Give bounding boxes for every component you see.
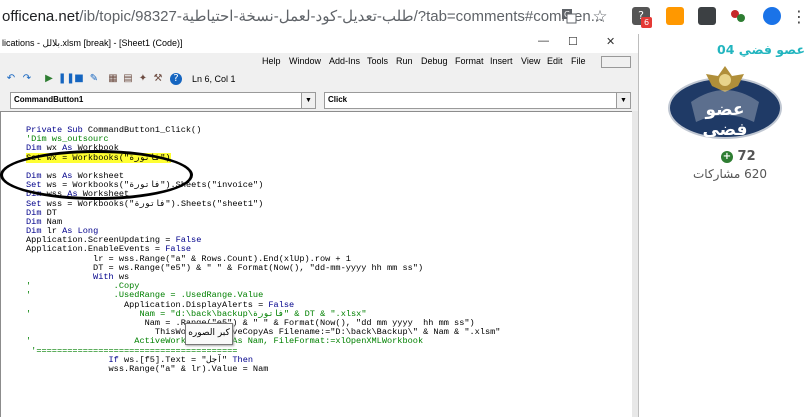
menu-help[interactable]: Help <box>262 56 281 66</box>
menu-addins[interactable]: Add-Ins <box>329 56 360 66</box>
annotation-ellipse <box>0 150 193 200</box>
project-explorer-icon[interactable]: ▦ <box>107 73 119 85</box>
chevron-down-icon[interactable]: ▼ <box>301 93 315 108</box>
code-line[interactable]: Set wss = Workbooks("فاتورة").Sheets("sh… <box>26 198 500 209</box>
excel-switch-icon[interactable] <box>601 56 631 68</box>
username[interactable]: عصو فضي 04 <box>717 42 805 57</box>
url-field[interactable]: officena.net/ib/topic/98327-طلب-تعديل-كو… <box>2 7 603 25</box>
restore-button[interactable]: ☐ <box>568 35 578 48</box>
bookmark-star-icon[interactable]: ☆ <box>591 8 609 26</box>
vba-titlebar: lications - بلالل.xlsm [break] - [Sheet1… <box>0 34 638 53</box>
procedure-combo[interactable]: Click ▼ <box>324 92 631 109</box>
url-host: officena.net <box>2 8 80 25</box>
profile-sidebar: عصو فضي 04 عضو فضي + 72 620 مشاركات <box>639 34 809 417</box>
reputation-value: 72 <box>737 149 756 164</box>
translate-icon[interactable]: G <box>560 8 578 26</box>
menu-format[interactable]: Format <box>455 56 484 66</box>
code-line[interactable]: wss.Range("a" & lr).Value = Nam <box>26 363 500 374</box>
reputation: + 72 <box>719 149 756 164</box>
menu-debug[interactable]: Debug <box>421 56 448 66</box>
menu-dots-icon[interactable]: ⋮ <box>790 8 808 26</box>
vertical-scrollbar[interactable] <box>632 111 638 417</box>
close-button[interactable]: ✕ <box>606 35 615 48</box>
toolbar: ↶ ↷ ▶ ❚❚ ■ ✎ ▦ ▤ ✦ ⚒ ? Ln 6, Col 1 <box>0 70 638 91</box>
chevron-down-icon[interactable]: ▼ <box>616 93 630 108</box>
code-token: wss = Workbooks("فاتورة").Sheets("sheet1… <box>46 198 264 209</box>
enlarge-image-tooltip: كبر الصوره <box>185 323 233 345</box>
menu-insert[interactable]: Insert <box>490 56 513 66</box>
code-line[interactable]: Dim DT <box>26 208 500 218</box>
undo-icon[interactable]: ↶ <box>5 73 17 85</box>
url-path: /ib/topic/98327-طلب-تعديل-كود-لعمل-نسخة-… <box>79 8 604 25</box>
properties-icon[interactable]: ▤ <box>122 73 134 85</box>
shopping-bag-icon[interactable] <box>666 7 684 25</box>
menu-edit[interactable]: Edit <box>547 56 563 66</box>
design-mode-icon[interactable]: ✎ <box>88 73 100 85</box>
cursor-position: Ln 6, Col 1 <box>192 74 236 84</box>
object-combo-value: CommandButton1 <box>14 95 84 104</box>
help-icon[interactable]: ? <box>170 73 182 85</box>
post-count: 620 مشاركات <box>693 167 767 181</box>
extension-badge: 6 <box>641 17 652 28</box>
menu-window[interactable]: Window <box>289 56 321 66</box>
run-icon[interactable]: ▶ <box>43 73 55 85</box>
rank-badge: عضو فضي <box>666 58 784 154</box>
toolbox-icon[interactable]: ⚒ <box>152 73 164 85</box>
menu-file[interactable]: File <box>571 56 586 66</box>
object-combo[interactable]: CommandButton1 ▼ <box>10 92 316 109</box>
menu-view[interactable]: View <box>521 56 540 66</box>
vba-editor-window: lications - بلالل.xlsm [break] - [Sheet1… <box>0 34 639 417</box>
code-token: wss.Range("a" & lr).Value = Nam <box>26 363 269 374</box>
plus-icon: + <box>721 151 733 163</box>
redo-icon[interactable]: ↷ <box>21 73 33 85</box>
menu-tools[interactable]: Tools <box>367 56 388 66</box>
menu-bar: Help Window Add-Ins Tools Run Debug Form… <box>0 53 638 69</box>
window-title: lications - بلالل.xlsm [break] - [Sheet1… <box>2 38 183 48</box>
break-icon[interactable]: ❚❚ <box>58 73 75 85</box>
menu-run[interactable]: Run <box>396 56 413 66</box>
procedure-combo-value: Click <box>328 95 348 104</box>
object-browser-icon[interactable]: ✦ <box>137 73 149 85</box>
profile-shield-icon[interactable] <box>763 7 781 25</box>
extension-app-icon[interactable] <box>698 7 716 25</box>
reset-icon[interactable]: ■ <box>73 73 85 85</box>
extension-dots-icon[interactable] <box>729 7 747 25</box>
minimize-button[interactable]: — <box>538 35 549 47</box>
browser-address-bar: officena.net/ib/topic/98327-طلب-تعديل-كو… <box>0 0 809 35</box>
code-token: Dim <box>26 143 47 154</box>
badge-text: عضو فضي <box>702 100 748 140</box>
